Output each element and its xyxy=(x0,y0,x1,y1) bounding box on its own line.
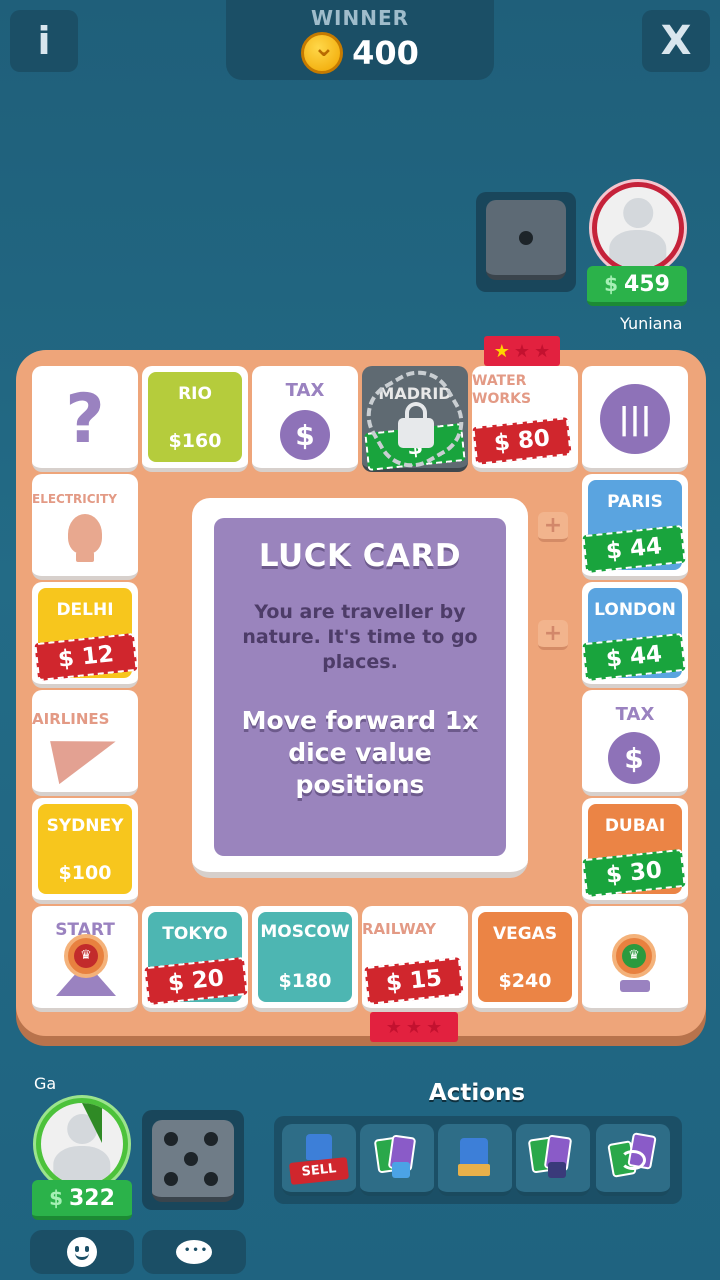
winner-panel: WINNER 400 xyxy=(226,0,494,80)
water-works-rank-banner: ★ ★ ★ xyxy=(484,336,560,366)
luck-card-text: You are traveller by nature. It's time t… xyxy=(242,601,478,673)
player-avatar[interactable] xyxy=(36,1098,128,1190)
coin-icon xyxy=(301,32,344,74)
player-token: ♛ xyxy=(64,934,108,978)
plane-icon xyxy=(50,727,122,785)
opponent-name: Yuniana xyxy=(620,314,683,333)
opponent-avatar[interactable] xyxy=(592,182,684,274)
tile-vegas[interactable]: VEGAS $240 xyxy=(472,906,578,1012)
tile-tokyo[interactable]: TOKYO $ 20 xyxy=(142,906,248,1012)
tile-airlines[interactable]: AIRLINES xyxy=(32,690,138,796)
star-icon: ★ xyxy=(426,1016,443,1038)
trade-button[interactable] xyxy=(596,1124,670,1196)
star-icon: ★ xyxy=(405,1016,423,1038)
build-plus-london[interactable]: + xyxy=(538,620,568,650)
question-icon: ? xyxy=(65,380,105,459)
tile-sydney[interactable]: SYDNEY $100 xyxy=(32,798,138,904)
star-icon: ★ xyxy=(385,1016,402,1038)
lock-icon xyxy=(548,1162,566,1178)
build-plus-paris[interactable]: + xyxy=(538,512,568,542)
close-button[interactable]: X xyxy=(642,10,710,72)
tile-moscow[interactable]: MOSCOW $180 xyxy=(252,906,358,1012)
lock-icon xyxy=(398,402,434,448)
tile-tax-top[interactable]: TAX $ xyxy=(252,366,358,472)
bulb-icon xyxy=(68,514,102,554)
player-die[interactable] xyxy=(152,1120,234,1202)
sell-house-button[interactable]: SELL xyxy=(282,1124,356,1196)
tile-delhi[interactable]: DELHI $ 12 xyxy=(32,582,138,688)
player-cash: $ 322 xyxy=(32,1180,132,1220)
opponent-token: ♛ xyxy=(612,934,656,978)
star-icon: ★ xyxy=(534,340,551,362)
crown-icon: ♛ xyxy=(74,944,98,968)
chat-button[interactable]: ••• xyxy=(142,1230,246,1274)
dollar-icon: $ xyxy=(49,1186,63,1210)
tile-london[interactable]: LONDON $ 44 xyxy=(582,582,688,688)
tile-tax-right[interactable]: TAX $ xyxy=(582,690,688,796)
water-works-price-ticket: $ 80 xyxy=(472,417,572,465)
unlock-icon xyxy=(392,1162,410,1178)
smiley-icon xyxy=(67,1237,97,1267)
luck-card-title: LUCK CARD xyxy=(258,538,462,574)
dollar-icon: $ xyxy=(608,732,660,784)
winner-label: WINNER xyxy=(310,6,410,30)
railway-rank-banner: ★ ★ ★ xyxy=(370,1012,458,1042)
house-icon xyxy=(306,1134,332,1160)
opponent-die xyxy=(486,200,566,280)
luck-card-action: Move forward 1x dice value positions xyxy=(241,706,479,799)
tile-start[interactable]: START ♛ xyxy=(32,906,138,1012)
dollar-icon: $ xyxy=(604,272,618,296)
mortgage-button[interactable] xyxy=(360,1124,434,1196)
tile-electricity[interactable]: ELECTRICITY xyxy=(32,474,138,580)
tile-rio[interactable]: RIO $160 xyxy=(142,366,248,472)
actions-title: Actions xyxy=(428,1080,526,1106)
build-house-button[interactable] xyxy=(438,1124,512,1196)
railway-price-ticket: $ 15 xyxy=(364,957,464,1005)
sell-label: SELL xyxy=(289,1157,349,1185)
emoji-button[interactable] xyxy=(30,1230,134,1274)
tile-railway[interactable]: RAILWAY $ 15 xyxy=(362,906,468,1012)
jail-icon: ||| xyxy=(600,384,670,454)
player-name: Ga xyxy=(34,1074,57,1093)
tile-dubai[interactable]: DUBAI $ 30 xyxy=(582,798,688,904)
tile-corner[interactable]: ♛ xyxy=(582,906,688,1012)
house-icon xyxy=(460,1138,488,1166)
info-button[interactable]: i xyxy=(10,10,78,72)
tile-paris[interactable]: PARIS $ 44 xyxy=(582,474,688,580)
tile-madrid-locked[interactable]: MADRID $ xyxy=(353,357,477,481)
turn-timer xyxy=(82,1103,102,1143)
star-icon: ★ xyxy=(493,340,510,362)
tile-water-works[interactable]: WATER WORKS $ 80 xyxy=(472,366,578,472)
lock-property-button[interactable] xyxy=(516,1124,590,1196)
tile-jail[interactable]: ||| xyxy=(582,366,688,472)
opponent-cash: $ 459 xyxy=(587,266,687,306)
winner-prize: 400 xyxy=(352,34,419,72)
tile-chance[interactable]: ? xyxy=(32,366,138,472)
dollar-icon: $ xyxy=(280,410,330,460)
star-icon: ★ xyxy=(513,340,531,362)
luck-card[interactable]: LUCK CARD You are traveller by nature. I… xyxy=(214,518,506,856)
swap-icon xyxy=(620,1150,646,1170)
crown-icon: ♛ xyxy=(622,944,646,968)
